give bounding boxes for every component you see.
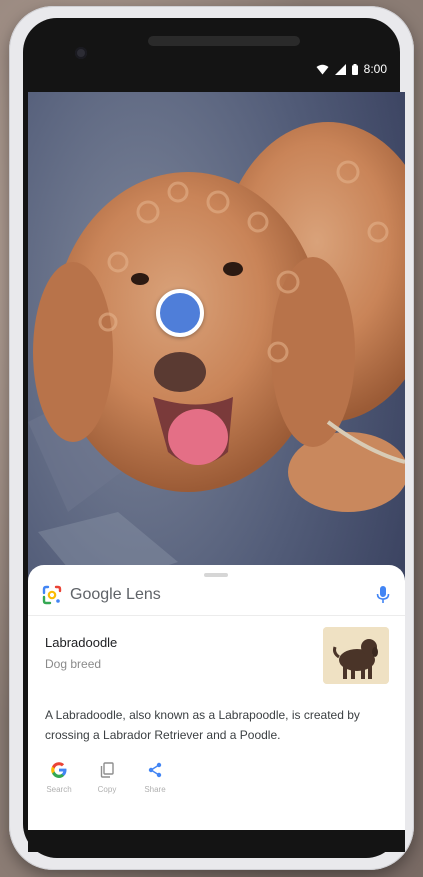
result-title[interactable]: Labradoodle — [45, 635, 117, 650]
status-bar: 8:00 — [28, 55, 405, 83]
result-subtitle: Dog breed — [45, 657, 102, 671]
camera-view[interactable]: Google Lens Labradoodle Dog breed A Labr… — [28, 92, 405, 830]
lens-result-sheet: Google Lens Labradoodle Dog breed A Labr… — [28, 565, 405, 830]
lens-title-lens: Lens — [126, 586, 161, 603]
share-icon — [148, 762, 162, 778]
earpiece-speaker — [148, 36, 300, 46]
phone-bottom-bezel — [28, 830, 405, 852]
result-description: A Labradoodle, also known as a Labrapood… — [45, 708, 360, 742]
lens-focus-dot[interactable] — [156, 289, 204, 337]
result-thumbnail[interactable] — [323, 627, 389, 684]
search-button-label: Search — [46, 785, 72, 794]
battery-icon — [351, 63, 358, 75]
header-divider — [28, 615, 405, 616]
status-time: 8:00 — [363, 62, 387, 76]
mic-icon[interactable] — [375, 585, 391, 605]
share-button[interactable]: Share — [138, 761, 172, 794]
copy-icon — [100, 762, 114, 778]
share-button-label: Share — [144, 785, 166, 794]
copy-button[interactable]: Copy — [90, 761, 124, 794]
lens-header: Google Lens — [28, 577, 405, 613]
google-lens-logo-icon — [42, 585, 62, 605]
cell-signal-icon — [334, 63, 346, 75]
lens-title-google: Google — [70, 586, 122, 603]
google-g-icon — [51, 762, 67, 778]
search-button[interactable]: Search — [42, 761, 76, 794]
wifi-icon — [316, 64, 329, 74]
lens-title: Google Lens — [70, 586, 161, 604]
action-bar: Search Copy Share — [42, 761, 172, 794]
copy-button-label: Copy — [97, 785, 117, 794]
